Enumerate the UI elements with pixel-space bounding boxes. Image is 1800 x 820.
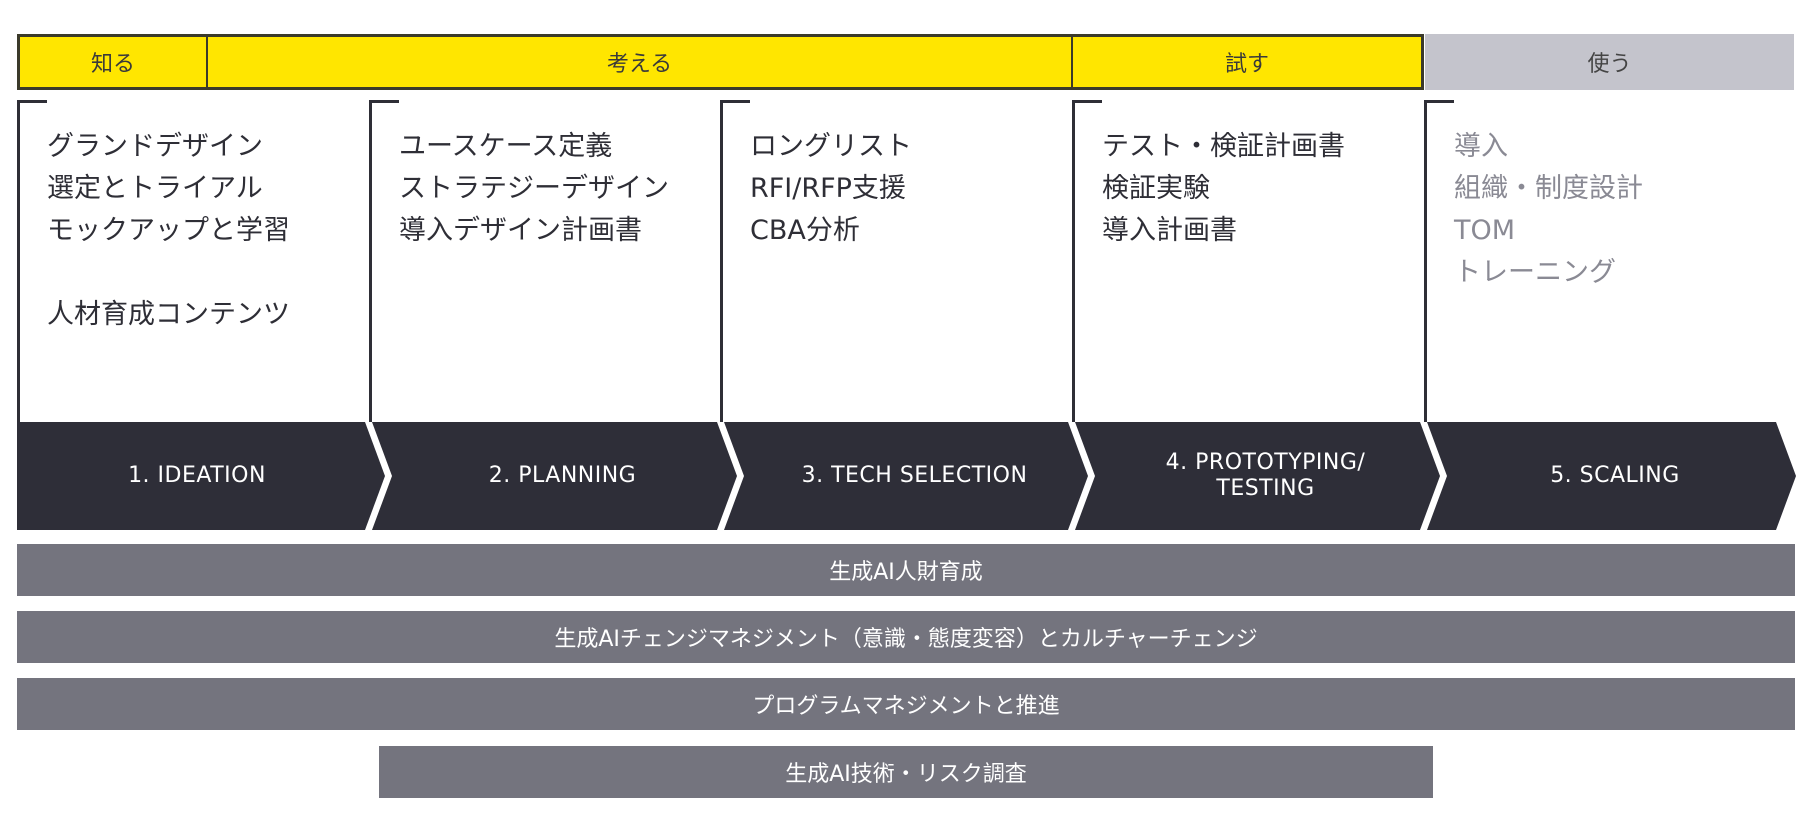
band-label: 生成AIチェンジマネジメント（意識・態度変容）とカルチャーチェンジ	[554, 627, 1258, 652]
stage-label-planning: 2. PLANNING	[390, 422, 735, 530]
phase-use: 使う	[1425, 34, 1794, 90]
list-item: テスト・検証計画書	[1102, 131, 1345, 162]
deliverable-list: ユースケース定義 ストラテジーデザイン 導入デザイン計画書	[399, 126, 669, 252]
list-item: RFI/RFP支援	[750, 173, 906, 204]
bracket-line	[17, 100, 20, 422]
list-item: 人材育成コンテンツ	[47, 299, 290, 330]
band-change-management: 生成AIチェンジマネジメント（意識・態度変容）とカルチャーチェンジ	[17, 611, 1795, 663]
band-label: 生成AI技術・リスク調査	[785, 762, 1027, 787]
deliverable-list: テスト・検証計画書 検証実験 導入計画書	[1102, 126, 1345, 252]
bracket-line	[720, 100, 723, 422]
band-program-management: プログラムマネジメントと推進	[17, 678, 1795, 730]
phase-label: 考える	[606, 52, 673, 77]
list-item: TOM	[1454, 215, 1516, 246]
stage-title: 3. TECH SELECTION	[801, 463, 1028, 488]
band-label: プログラムマネジメントと推進	[752, 694, 1060, 719]
phase-label: 知る	[90, 52, 135, 77]
list-item: トレーニング	[1454, 257, 1616, 288]
phase-label: 試す	[1224, 52, 1269, 77]
stage-label-tech-selection: 3. TECH SELECTION	[742, 422, 1087, 530]
list-item: 導入計画書	[1102, 215, 1237, 246]
stage-label-ideation: 1. IDEATION	[17, 422, 377, 530]
bracket-line	[1072, 100, 1102, 103]
stage-title: 4. PROTOTYPING/	[1165, 450, 1366, 475]
stage-title: 5. SCALING	[1550, 463, 1680, 488]
bracket-line	[369, 100, 399, 103]
list-item: ロングリスト	[750, 131, 912, 162]
stage-label-scaling: 5. SCALING	[1445, 422, 1785, 530]
list-item: ユースケース定義	[399, 131, 613, 162]
list-item: 導入デザイン計画書	[399, 215, 642, 246]
list-item: グランドデザイン	[47, 131, 263, 162]
bracket-line	[1072, 100, 1075, 422]
stage-title: 1. IDEATION	[128, 463, 266, 488]
deliverable-list: ロングリスト RFI/RFP支援 CBA分析	[750, 126, 912, 252]
stage-title: 2. PLANNING	[488, 463, 637, 488]
band-ai-talent-development: 生成AI人財育成	[17, 544, 1795, 596]
list-item: 選定とトライアル	[47, 173, 263, 204]
stage-chevron-row: 1. IDEATION 2. PLANNING 3. TECH SELECTIO…	[0, 422, 1800, 530]
bracket-line	[1424, 100, 1427, 422]
bracket-line	[1424, 100, 1454, 103]
phase-label: 使う	[1587, 52, 1632, 77]
list-item: 組織・制度設計	[1454, 173, 1643, 204]
stage-title-line2: TESTING	[1216, 476, 1315, 501]
list-item: CBA分析	[750, 215, 860, 246]
list-item: モックアップと学習	[47, 215, 290, 246]
phase-try: 試す	[1071, 34, 1424, 90]
phase-know: 知る	[17, 34, 209, 90]
list-item: ストラテジーデザイン	[399, 173, 669, 204]
stage-label-prototyping: 4. PROTOTYPING/ TESTING	[1093, 422, 1438, 530]
band-tech-risk-research: 生成AI技術・リスク調査	[379, 746, 1433, 798]
band-label: 生成AI人財育成	[829, 560, 983, 585]
deliverable-list: 導入 組織・制度設計 TOM トレーニング	[1454, 126, 1643, 294]
list-item: 導入	[1454, 131, 1508, 162]
bracket-line	[369, 100, 372, 422]
bracket-line	[720, 100, 750, 103]
bracket-line	[17, 100, 47, 103]
deliverable-list: グランドデザイン 選定とトライアル モックアップと学習 人材育成コンテンツ	[47, 126, 290, 336]
list-item: 検証実験	[1102, 173, 1210, 204]
phase-think: 考える	[206, 34, 1074, 90]
